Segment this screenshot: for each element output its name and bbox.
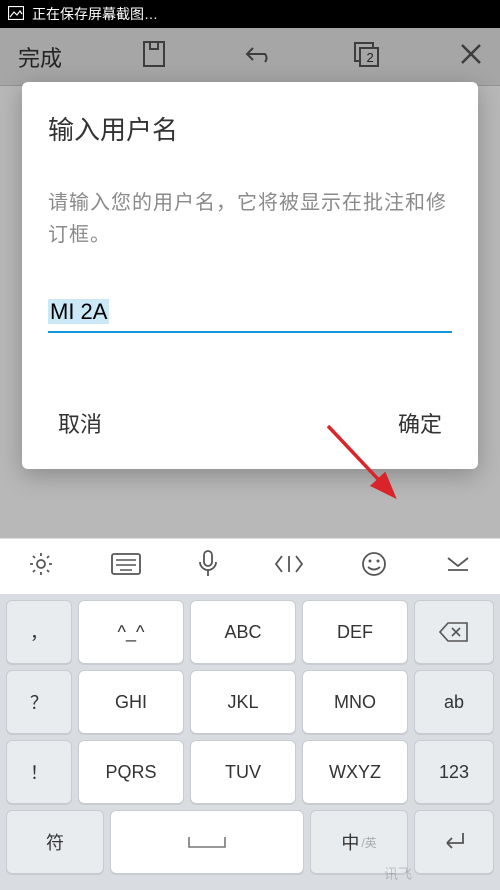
key-comma[interactable]: ， — [6, 600, 72, 664]
key-numeric-mode[interactable]: 123 — [414, 740, 494, 804]
key-jkl[interactable]: JKL — [190, 670, 296, 734]
username-dialog: 输入用户名 请输入您的用户名，它将被显示在批注和修订框。 MI 2A 取消 确定 — [22, 82, 478, 469]
key-backspace[interactable] — [414, 600, 494, 664]
emoji-icon[interactable] — [361, 551, 387, 582]
confirm-button[interactable]: 确定 — [392, 403, 448, 443]
key-ghi[interactable]: GHI — [78, 670, 184, 734]
key-mno[interactable]: MNO — [302, 670, 408, 734]
dialog-description: 请输入您的用户名，它将被显示在批注和修订框。 — [48, 187, 452, 251]
key-enter[interactable] — [414, 810, 494, 874]
username-input-value[interactable]: MI 2A — [48, 299, 109, 324]
key-alpha-mode[interactable]: ab — [414, 670, 494, 734]
status-text: 正在保存屏幕截图… — [32, 4, 158, 24]
key-pqrs[interactable]: PQRS — [78, 740, 184, 804]
keyboard-layout-icon[interactable] — [111, 553, 141, 580]
key-exclaim[interactable]: ！ — [6, 740, 72, 804]
collapse-keyboard-icon[interactable] — [444, 552, 472, 581]
username-input-wrapper[interactable]: MI 2A — [48, 299, 452, 333]
key-wxyz[interactable]: WXYZ — [302, 740, 408, 804]
settings-icon[interactable] — [28, 551, 54, 582]
key-tuv[interactable]: TUV — [190, 740, 296, 804]
status-bar: 正在保存屏幕截图… — [0, 0, 500, 28]
key-def[interactable]: DEF — [302, 600, 408, 664]
voice-input-icon[interactable] — [198, 550, 218, 583]
key-symbols[interactable]: 符 — [6, 810, 104, 874]
dialog-title: 输入用户名 — [48, 110, 452, 147]
key-space[interactable] — [110, 810, 304, 874]
cancel-button[interactable]: 取消 — [52, 403, 108, 443]
key-abc[interactable]: ABC — [190, 600, 296, 664]
key-question[interactable]: ？ — [6, 670, 72, 734]
keyboard-toolbar — [0, 538, 500, 594]
keyboard: ， ^_^ ABC DEF ？ GHI JKL MNO ab ！ PQRS TU… — [0, 594, 500, 890]
ime-watermark: 讯飞 — [384, 864, 412, 884]
picture-icon — [8, 6, 24, 23]
key-emoticon[interactable]: ^_^ — [78, 600, 184, 664]
cursor-move-icon[interactable] — [274, 552, 304, 581]
